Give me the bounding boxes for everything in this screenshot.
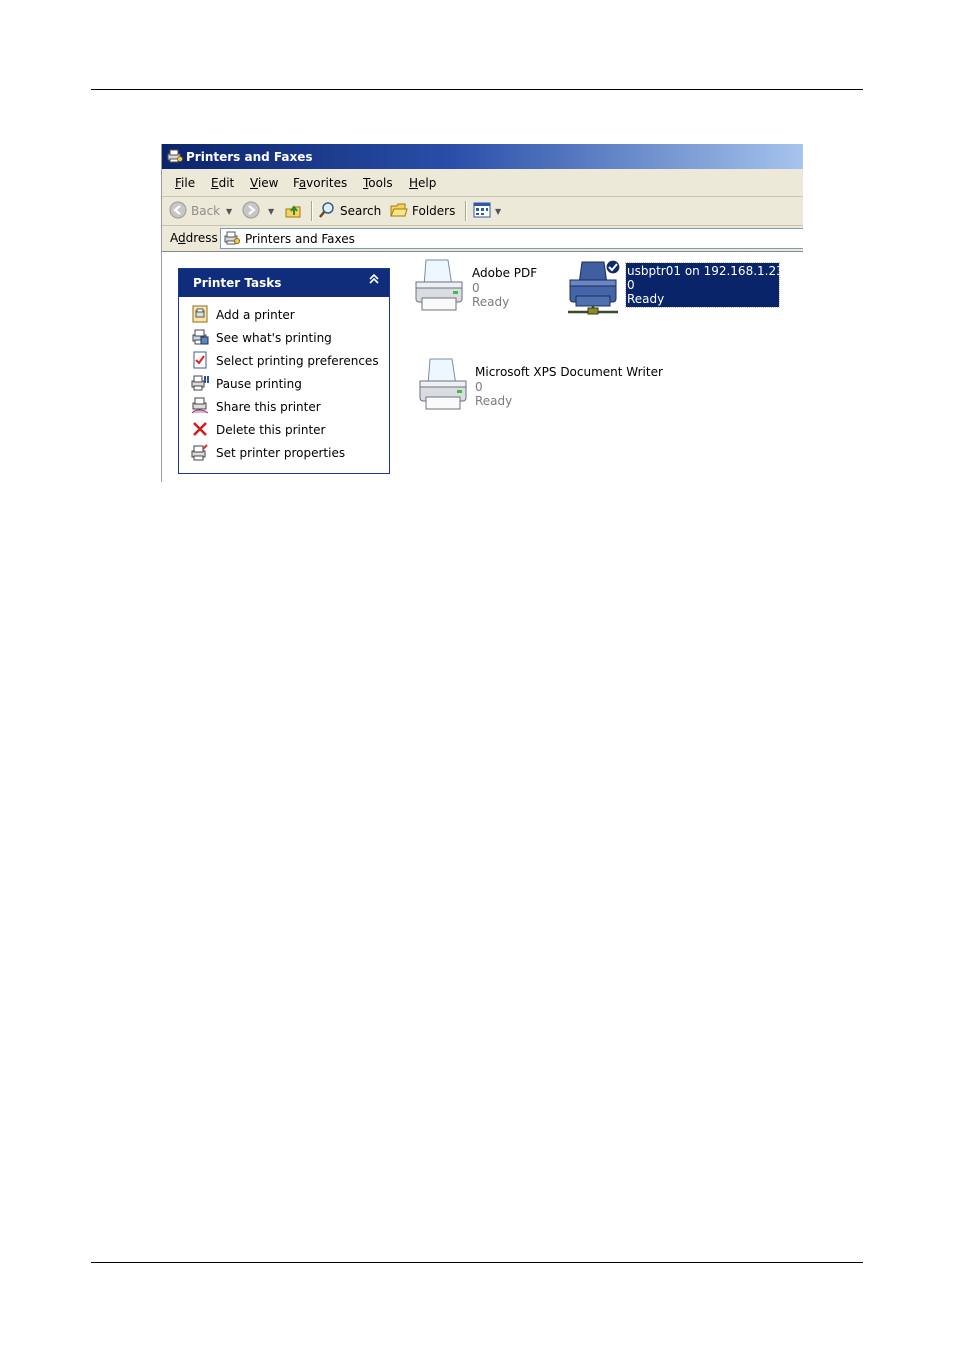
printer-name: usbptr01 on 192.168.1.234	[627, 264, 792, 278]
printer-icon	[412, 258, 466, 319]
task-label: Pause printing	[216, 377, 302, 391]
menu-bar: File Edit View Favorites Tools Help	[162, 169, 803, 197]
folders-button[interactable]: Folders	[390, 202, 455, 220]
task-share-printer[interactable]: Share this printer	[191, 397, 321, 418]
printers-folder-icon	[223, 230, 241, 249]
menu-file-rest: ile	[181, 176, 196, 190]
menu-view-rest: iew	[257, 176, 279, 190]
menu-help[interactable]: Help	[409, 176, 436, 190]
views-button[interactable]: ▼	[473, 202, 501, 220]
task-label: Add a printer	[216, 308, 295, 322]
window-title: Printers and Faxes	[186, 150, 313, 164]
add-printer-icon	[191, 305, 209, 326]
menu-view-accel: V	[250, 176, 258, 190]
task-label: Set printer properties	[216, 446, 346, 460]
preferences-icon	[191, 351, 209, 372]
share-printer-icon	[191, 397, 209, 418]
forward-dropdown-icon[interactable]: ▼	[268, 202, 274, 220]
back-button[interactable]: Back	[169, 201, 221, 222]
menu-edit[interactable]: Edit	[211, 176, 234, 190]
up-folder-button[interactable]	[284, 202, 302, 220]
page-bottom-rule	[91, 1262, 863, 1263]
collapse-chevron-icon[interactable]	[369, 273, 379, 288]
address-label-rest: dress	[185, 231, 218, 245]
folder-icon	[390, 202, 408, 221]
menu-view[interactable]: View	[250, 176, 278, 190]
printer-properties-icon	[191, 443, 209, 464]
views-dropdown-icon: ▼	[495, 206, 502, 216]
toolbar-separator	[465, 201, 467, 221]
printer-doc-count: 0	[472, 281, 480, 295]
title-bar[interactable]: Printers and Faxes	[162, 144, 803, 169]
printer-name: Adobe PDF	[472, 266, 538, 280]
printer-status: Ready	[627, 292, 665, 306]
menu-favorites-rest: vorites	[306, 176, 348, 190]
back-label: Back	[191, 204, 221, 218]
address-label-accel: d	[178, 231, 186, 245]
menu-file[interactable]: File	[175, 176, 195, 190]
task-see-whats-printing[interactable]: See what's printing	[191, 329, 332, 347]
back-arrow-icon	[169, 201, 187, 222]
search-label: Search	[340, 204, 382, 218]
printer-icon	[416, 357, 470, 418]
forward-button[interactable]	[242, 201, 260, 222]
task-add-printer[interactable]: Add a printer	[191, 305, 295, 326]
printer-item-usbptr01-icon-area[interactable]	[566, 258, 622, 318]
network-printer-icon	[566, 258, 626, 321]
address-bar: Address Printers and Faxes	[162, 226, 803, 252]
printer-status: Ready	[472, 295, 510, 309]
printer-item-microsoft-xps[interactable]: Microsoft XPS Document Writer 0 Ready	[416, 357, 666, 417]
task-label: Delete this printer	[216, 423, 326, 437]
toolbar: Back ▼ ▼ Search Folders ▼	[162, 197, 803, 226]
printer-doc-count: 0	[627, 278, 635, 292]
menu-tools[interactable]: Tools	[363, 176, 393, 190]
search-button[interactable]: Search	[318, 201, 382, 222]
printer-item-adobe-pdf[interactable]: Adobe PDF 0 Ready	[412, 258, 552, 318]
menu-edit-accel: E	[211, 176, 219, 190]
printers-and-faxes-window: Printers and Faxes File Edit View Favori…	[161, 144, 803, 482]
forward-arrow-icon	[242, 201, 260, 222]
views-grid-icon	[473, 202, 491, 221]
menu-edit-rest: dit	[218, 176, 235, 190]
printer-doc-count: 0	[475, 380, 483, 394]
page-top-rule	[91, 89, 863, 90]
toolbar-separator	[311, 201, 313, 221]
printer-name: Microsoft XPS Document Writer	[475, 365, 663, 379]
folders-label: Folders	[412, 204, 456, 218]
up-folder-icon	[284, 201, 302, 222]
printer-tasks-pane: Printer Tasks Add a printer See what's p…	[178, 268, 390, 474]
task-set-printer-properties[interactable]: Set printer properties	[191, 443, 346, 464]
search-icon	[318, 201, 336, 222]
menu-help-accel: H	[409, 176, 419, 190]
printer-item-usbptr01-selected[interactable]: usbptr01 on 192.168.1.234 0 Ready	[625, 262, 791, 308]
printer-status: Ready	[475, 394, 513, 408]
menu-tools-rest: ools	[368, 176, 393, 190]
address-label-pre: A	[170, 231, 178, 245]
back-dropdown-icon[interactable]: ▼	[226, 202, 232, 220]
task-label: Select printing preferences	[216, 354, 379, 368]
delete-icon	[191, 420, 209, 441]
task-pause-printing[interactable]: Pause printing	[191, 375, 302, 393]
print-queue-icon	[191, 328, 209, 349]
task-label: See what's printing	[216, 331, 332, 345]
printers-folder-icon	[167, 149, 183, 166]
printer-tasks-header[interactable]: Printer Tasks	[179, 269, 389, 297]
address-input[interactable]: Printers and Faxes	[220, 228, 803, 249]
task-delete-printer[interactable]: Delete this printer	[191, 421, 325, 439]
menu-favorites[interactable]: Favorites	[293, 176, 347, 190]
task-select-printing-preferences[interactable]: Select printing preferences	[191, 351, 379, 372]
pause-printer-icon	[191, 374, 209, 395]
menu-help-rest: elp	[418, 176, 437, 190]
printer-tasks-title: Printer Tasks	[193, 276, 282, 290]
address-label: Address	[170, 231, 218, 245]
task-label: Share this printer	[216, 400, 321, 414]
address-value: Printers and Faxes	[245, 232, 355, 246]
